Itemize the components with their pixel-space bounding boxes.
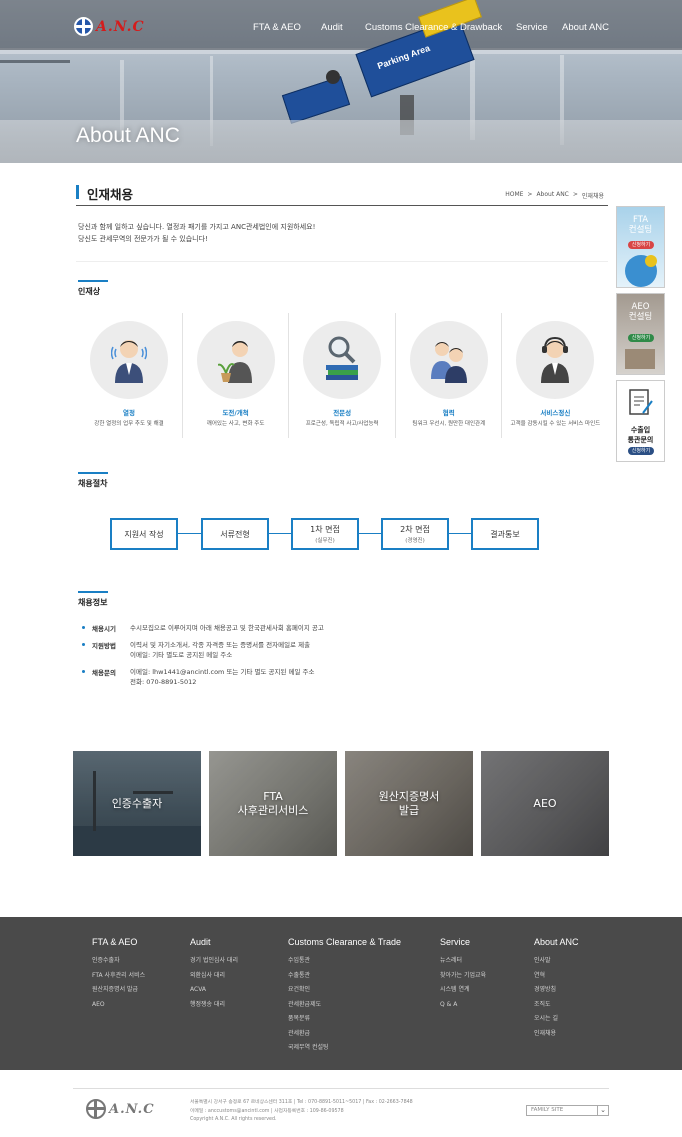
side-customs-inquiry[interactable]: 수출입 통관문의 신청하기 [616, 380, 665, 462]
talent-desc: 고객을 감동시킬 수 있는 서비스 마인드 [510, 421, 601, 427]
family-site-select[interactable]: FAMILY SITE ⌄ [526, 1105, 609, 1116]
talent-name: 열정 [123, 409, 135, 417]
chevron-down-icon: ⌄ [597, 1106, 608, 1115]
tile-approved-exporter[interactable]: 인증수출자 [73, 751, 201, 856]
globe-icon [86, 1099, 106, 1119]
talent-name: 전문성 [333, 409, 352, 417]
talent-desc: 팀워크 우선시, 원만한 대인관계 [412, 421, 486, 427]
nav-audit[interactable]: Audit [321, 22, 343, 33]
footer-col-fta: FTA & AEO 인증수출자 FTA 사후관리 서비스 원산지증명서 발급 A… [92, 937, 146, 1008]
footer-col-service: Service 뉴스레터 찾아가는 기업교육 시스템 연계 Q & A [440, 937, 487, 1008]
apply-badge: 신청하기 [628, 447, 654, 455]
section-title-process: 채용절차 [78, 472, 109, 488]
talent-desc: 깨어있는 사고, 변화 주도 [206, 421, 265, 427]
footer-col-audit: Audit 경기 법인심사 대리 외환심사 대리 ACVA 행정쟁송 대리 [190, 937, 238, 1008]
info-row: 채용문의 이메일: lhw1441@ancintl.com 또는 기타 별도 공… [82, 667, 315, 687]
process-steps: 지원서 작성 서류전형 1차 면접 (실무진) 2차 면접 (경영진) 결과통보 [110, 518, 539, 550]
talent-name: 도전/개척 [222, 409, 249, 417]
main-nav: FTA & AEO Audit Customs Clearance & Draw… [0, 22, 682, 36]
nav-fta-aeo[interactable]: FTA & AEO [253, 22, 301, 33]
person-plant-icon [217, 341, 252, 383]
talent-name: 서비스정신 [540, 409, 571, 417]
footer-sitemap: FTA & AEO 인증수출자 FTA 사후관리 서비스 원산지증명서 발급 A… [0, 917, 682, 1070]
footer-col-about: About ANC 인사말 연혁 경영방침 조직도 오시는 길 인재채용 [534, 937, 579, 1037]
contact-phone: 전화: 070-8891-5012 [130, 678, 197, 686]
nav-customs[interactable]: Customs Clearance & Drawback [365, 22, 502, 33]
process-step: 2차 면접 (경영진) [381, 518, 449, 550]
talent-name: 협력 [442, 409, 455, 417]
talent-item: 협력 팀워크 우선시, 원만한 대인관계 [396, 313, 503, 438]
camera-icon [326, 70, 340, 84]
talent-item: 도전/개척 깨어있는 사고, 변화 주도 [183, 313, 290, 438]
talent-item: 서비스정신 고객을 감동시킬 수 있는 서비스 마인드 [502, 313, 608, 438]
talent-desc: 프로근성, 독립적 사고/사업능력 [305, 421, 379, 427]
talent-item: 전문성 프로근성, 독립적 사고/사업능력 [289, 313, 396, 438]
info-row: 채용시기 수시모집으로 이루어지며 아래 채용공고 및 한국관세사회 홈페이지 … [82, 623, 324, 633]
service-tiles: 인증수출자 FTA 사후관리서비스 원산지증명서 발급 AEO [73, 751, 609, 856]
talent-desc: 강한 열정의 업무 추도 및 해결 [94, 421, 164, 427]
section-title-info: 채용정보 [78, 591, 109, 607]
breadcrumb-home[interactable]: HOME [505, 191, 523, 200]
nav-about-anc[interactable]: About ANC [562, 22, 609, 33]
coin-icon [645, 255, 657, 267]
info-row: 지원방법 이력서 및 자기소개서, 각종 자격증 또는 증명서를 전자메일로 제… [82, 640, 310, 660]
page-header: 인재채용 HOME > About ANC > 인재채용 [76, 184, 608, 206]
footer-col-customs: Customs Clearance & Trade 수입통관 수출통관 요건확인… [288, 937, 402, 1051]
process-step: 서류전형 [201, 518, 269, 550]
process-step: 1차 면접 (실무진) [291, 518, 359, 550]
breadcrumb: HOME > About ANC > 인재채용 [505, 191, 604, 200]
section-title-talent: 인재상 [78, 280, 109, 296]
breadcrumb-sep: > [572, 191, 578, 198]
breadcrumb-current: 인재채용 [581, 193, 604, 200]
footer-logo: A.N.C [86, 1099, 155, 1119]
footer-bottom: A.N.C 서울특별시 강서구 송정로 67 르네상스센터 311호 | Tel… [0, 1070, 682, 1137]
apply-badge: 신청하기 [628, 241, 654, 249]
talent-list: 열정 강한 열정의 업무 추도 및 해결 도전/개척 깨어있는 사고, 변화 주… [76, 313, 608, 438]
intro-text: 당신과 함께 일하고 싶습니다. 열정과 패기를 가지고 ANC관세법인에 지원… [78, 223, 316, 243]
tile-fta-service[interactable]: FTA 사후관리서비스 [209, 751, 337, 856]
breadcrumb-sep: > [527, 191, 533, 198]
apply-badge: 신청하기 [628, 334, 654, 342]
process-step: 지원서 작성 [110, 518, 178, 550]
breadcrumb-about[interactable]: About ANC [536, 191, 568, 200]
person-speaking-icon [111, 340, 147, 383]
hero-title: About ANC [76, 124, 180, 147]
box-icon [625, 349, 655, 369]
people-team-icon [430, 342, 467, 383]
document-pen-icon [629, 389, 653, 415]
process-step: 결과통보 [471, 518, 539, 550]
side-aeo-consulting[interactable]: AEO 컨설팅 신청하기 [616, 293, 665, 375]
tile-aeo[interactable]: AEO [481, 751, 609, 856]
nav-service[interactable]: Service [516, 22, 548, 33]
magnifier-books-icon [326, 336, 359, 380]
tile-origin-certificate[interactable]: 원산지증명서 발급 [345, 751, 473, 856]
footer-address: 서울특별시 강서구 송정로 67 르네상스센터 311호 | Tel : 070… [190, 1100, 413, 1122]
page-title: 인재채용 [87, 187, 134, 202]
contact-email: 이메일: lhw1441@ancintl.com 또는 기타 별도 공지된 메일… [130, 668, 315, 676]
talent-item: 열정 강한 열정의 업무 추도 및 해결 [76, 313, 183, 438]
side-fta-consulting[interactable]: FTA 컨설팅 신청하기 [616, 206, 665, 288]
headset-person-icon [541, 336, 570, 383]
